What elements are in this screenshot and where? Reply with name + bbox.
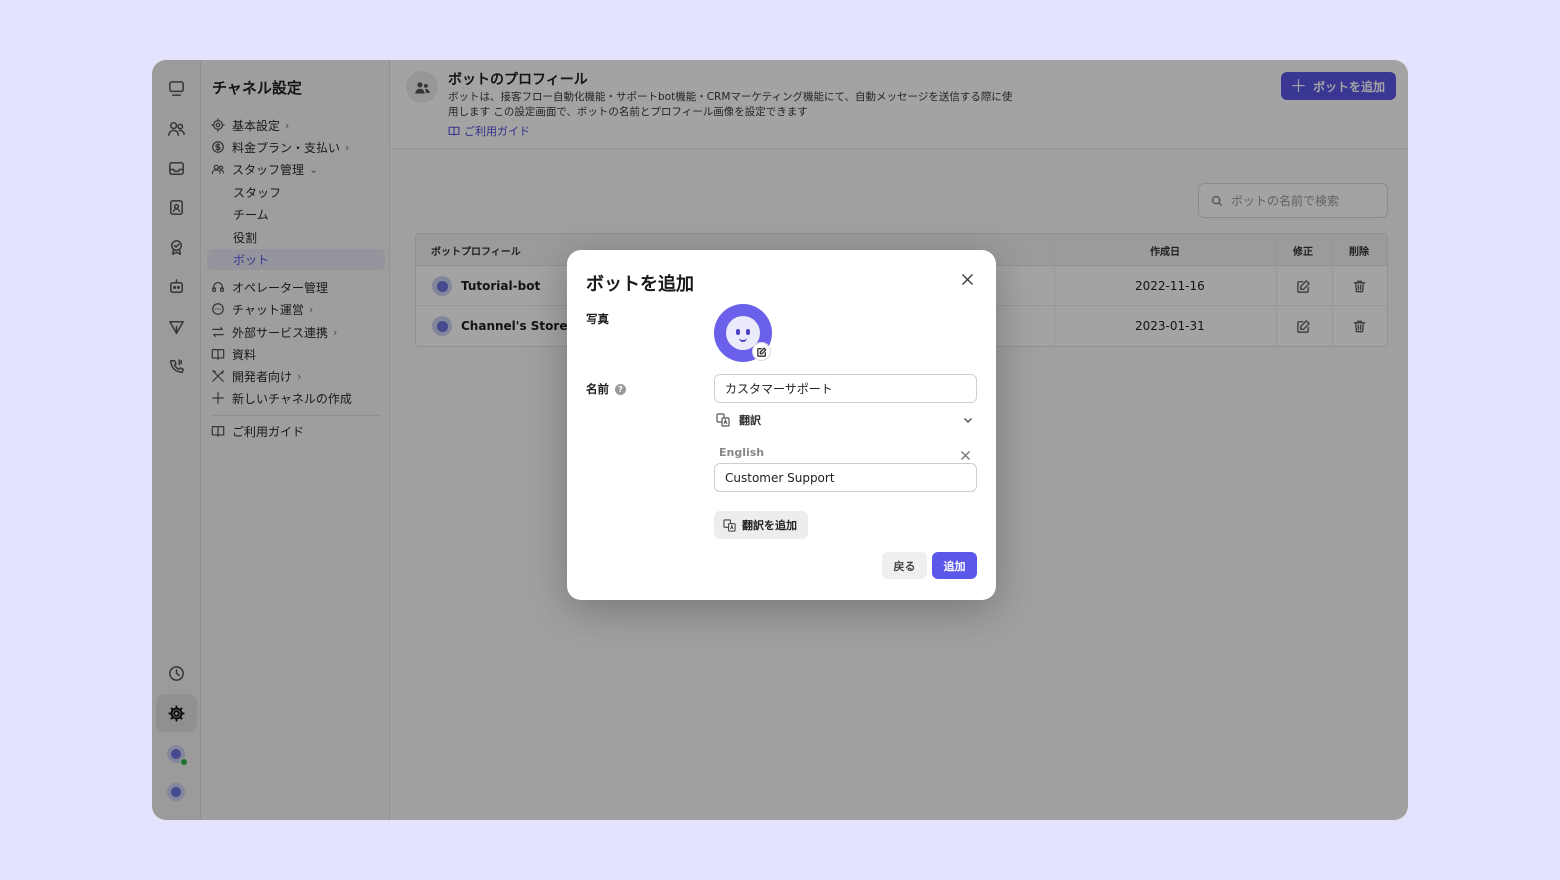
photo-label: 写真 (586, 312, 609, 326)
translate-icon (723, 518, 736, 532)
chevron-down-icon (963, 417, 973, 424)
name-label-text: 名前 (586, 382, 609, 396)
back-button[interactable]: 戻る (882, 552, 927, 579)
translation-language: English (719, 446, 765, 459)
translate-icon (716, 413, 730, 427)
translation-toggle[interactable]: 翻訳 (716, 410, 976, 430)
submit-add-button[interactable]: 追加 (932, 552, 977, 579)
translation-label: 翻訳 (739, 414, 761, 427)
add-translation-label: 翻訳を追加 (742, 520, 797, 532)
add-translation-button[interactable]: 翻訳を追加 (714, 511, 808, 539)
remove-translation-icon[interactable] (960, 446, 972, 460)
add-bot-modal: ボットを追加 写真 名前 ? 翻訳 English 翻訳を追加 戻る 追加 (567, 250, 996, 600)
translation-input[interactable] (714, 463, 977, 492)
edit-photo-icon[interactable] (752, 342, 771, 361)
close-icon[interactable] (957, 269, 977, 289)
modal-title: ボットを追加 (586, 274, 694, 295)
help-icon[interactable]: ? (615, 383, 626, 395)
name-label: 名前 ? (586, 381, 626, 397)
bot-name-input[interactable] (714, 374, 977, 403)
